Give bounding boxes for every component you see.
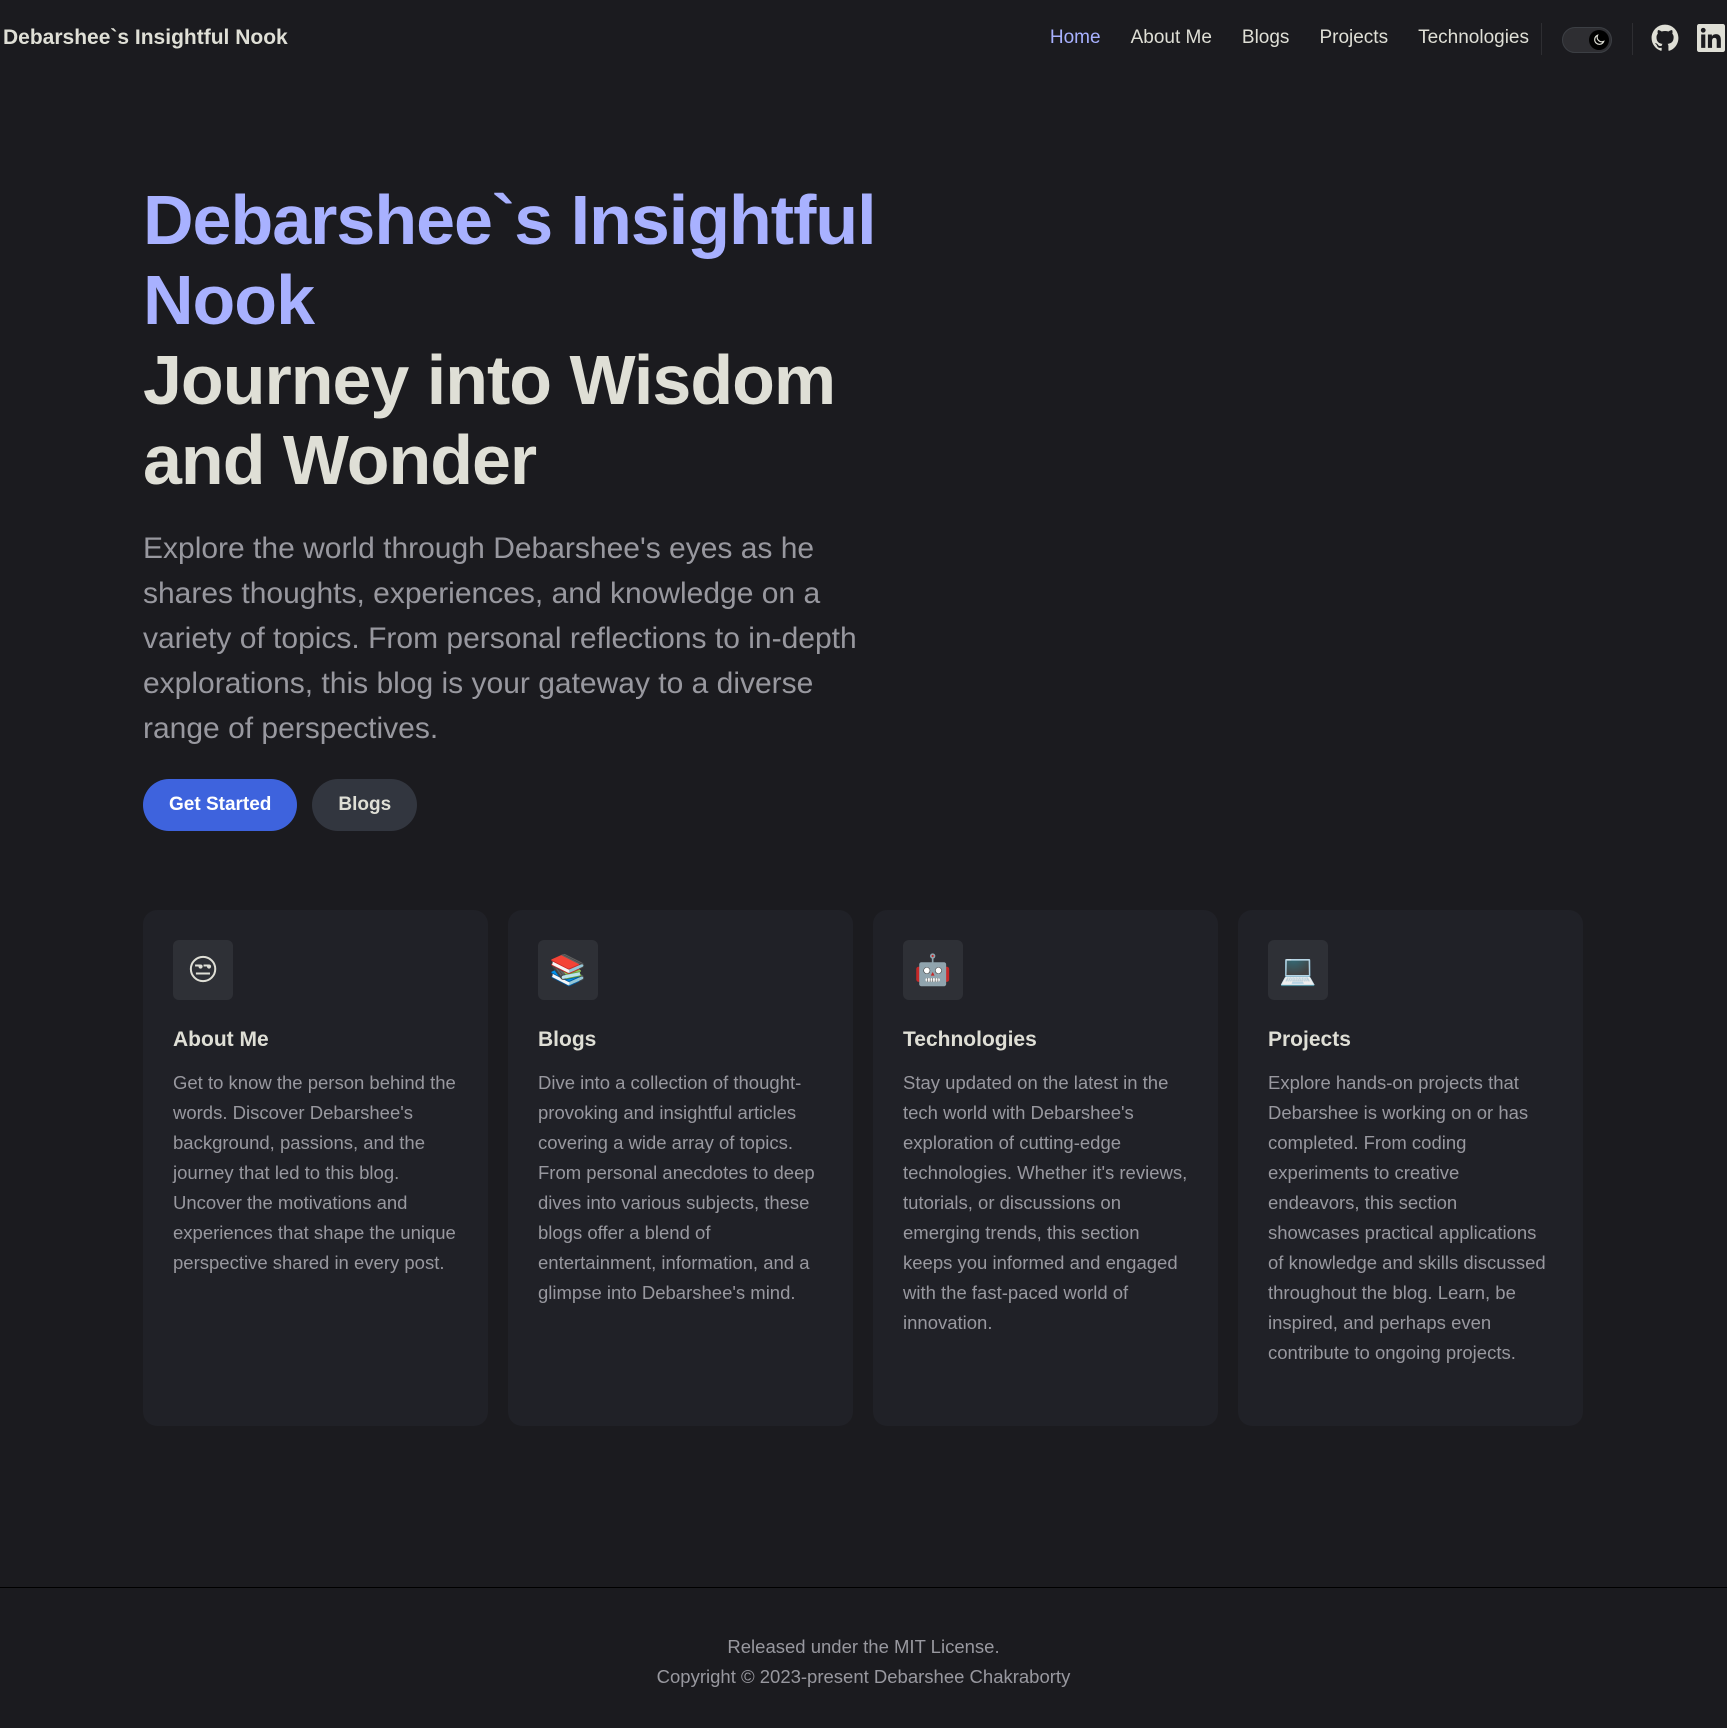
unamused-face-icon: 😒 [173,940,233,1000]
feature-description: Explore hands-on projects that Debarshee… [1268,1072,1546,1363]
blogs-button[interactable]: Blogs [312,779,418,831]
hero-description: Explore the world through Debarshee's ey… [143,532,857,745]
hero-tagline: Journey into Wisdom and Wonder [143,341,836,499]
theme-toggle[interactable] [1562,27,1612,53]
nav-divider [1541,23,1542,55]
nav-divider [1632,23,1633,55]
footer-copyright: Copyright © 2023-present Debarshee Chakr… [656,1666,1071,1687]
feature-card-about-me: 😒 About Me Get to know the person behind… [143,910,488,1426]
features-grid: 😒 About Me Get to know the person behind… [143,910,1584,1426]
nav-link-technologies[interactable]: Technologies [1418,27,1529,49]
feature-description: Stay updated on the latest in the tech w… [903,1072,1188,1333]
hero-name: Debarshee`s Insightful Nook [143,181,877,339]
nav-link-about-me[interactable]: About Me [1131,27,1212,49]
feature-title: Blogs [538,1028,597,1051]
feature-title: Technologies [903,1028,1037,1051]
hero-section: Debarshee`s Insightful Nook Journey into… [143,180,883,751]
nav-link-blogs[interactable]: Blogs [1242,27,1290,49]
nav-link-projects[interactable]: Projects [1319,27,1388,49]
site-title[interactable]: Debarshee`s Insightful Nook [3,26,288,50]
linkedin-icon[interactable] [1697,24,1727,54]
page-footer: Released under the MIT License. Copyrigh… [0,1587,1727,1728]
feature-description: Dive into a collection of thought-provok… [538,1072,815,1303]
get-started-button[interactable]: Get Started [143,779,298,831]
feature-description: Get to know the person behind the words.… [173,1072,456,1273]
feature-card-projects: 💻 Projects Explore hands-on projects tha… [1238,910,1583,1426]
moon-icon [1589,30,1609,50]
footer-license: Released under the MIT License. [727,1636,1000,1657]
laptop-icon: 💻 [1268,940,1328,1000]
github-icon[interactable] [1651,24,1681,54]
top-navbar: Debarshee`s Insightful Nook Home About M… [0,0,1727,78]
feature-title: Projects [1268,1028,1351,1051]
hero-actions: Get Started Blogs [143,779,418,831]
nav-menu: Home About Me Blogs Projects Technologie… [1050,27,1529,49]
nav-link-home[interactable]: Home [1050,27,1101,49]
books-icon: 📚 [538,940,598,1000]
feature-card-blogs: 📚 Blogs Dive into a collection of though… [508,910,853,1426]
robot-icon: 🤖 [903,940,963,1000]
feature-title: About Me [173,1028,269,1051]
hero-heading: Debarshee`s Insightful Nook Journey into… [143,180,883,500]
feature-card-technologies: 🤖 Technologies Stay updated on the lates… [873,910,1218,1426]
